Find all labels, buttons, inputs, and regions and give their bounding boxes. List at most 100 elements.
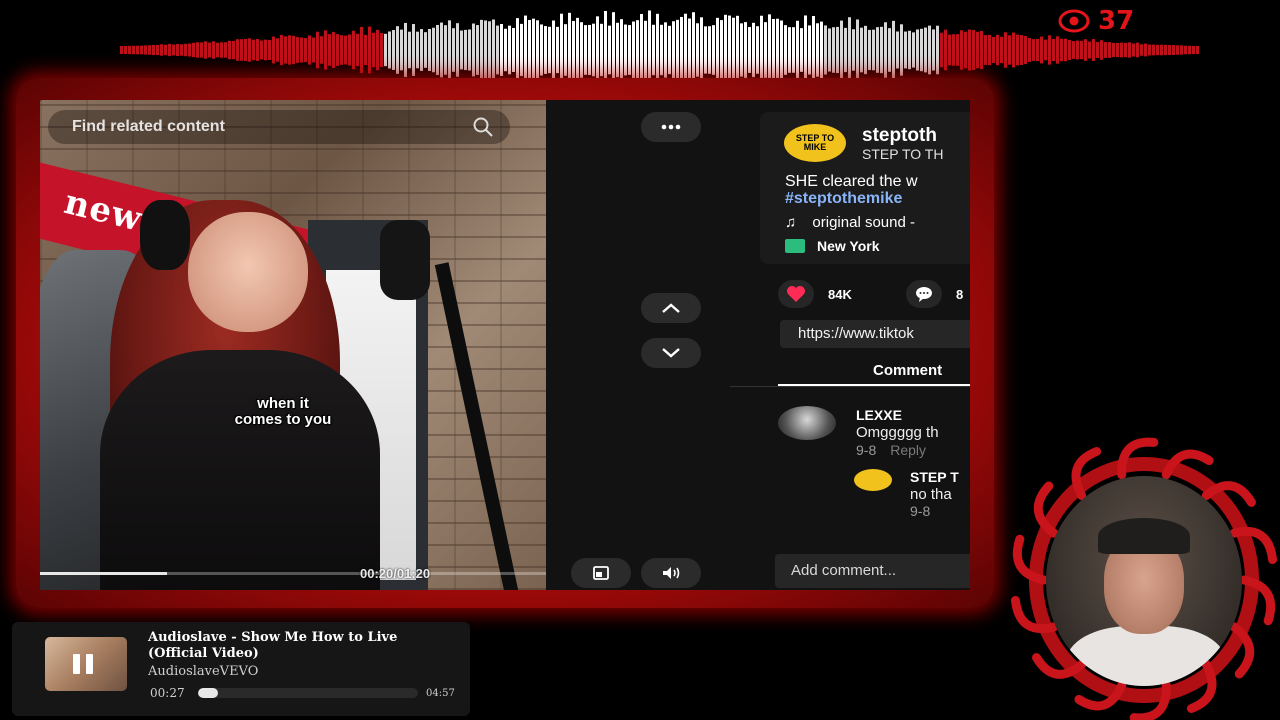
waveform-bar bbox=[1024, 35, 1027, 65]
waveform-bar bbox=[1132, 43, 1135, 57]
related-search-bar[interactable]: Find related content bbox=[48, 110, 510, 144]
waveform-bar bbox=[124, 45, 127, 55]
waveform-bar bbox=[968, 29, 971, 71]
waveform-bar bbox=[996, 34, 999, 66]
comment-count-button[interactable]: 8 bbox=[906, 280, 963, 308]
webcam-overlay bbox=[1010, 430, 1278, 720]
waveform-bar bbox=[932, 29, 935, 71]
waveform-bar bbox=[1156, 44, 1159, 56]
search-icon[interactable] bbox=[472, 116, 494, 138]
waveform-bar bbox=[156, 44, 159, 56]
waveform-bar bbox=[788, 27, 791, 73]
waveform-bar bbox=[380, 32, 383, 68]
video-time: 00:20/01:20 bbox=[360, 566, 431, 581]
waveform-bar bbox=[980, 30, 983, 70]
waveform-bar bbox=[676, 19, 679, 81]
waveform-bar bbox=[680, 16, 683, 84]
waveform-bar bbox=[924, 27, 927, 73]
waveform-bar bbox=[368, 26, 371, 74]
waveform-bar bbox=[668, 25, 671, 75]
waveform-bar bbox=[772, 18, 775, 82]
waveform-bar bbox=[232, 40, 235, 60]
waveform-bar bbox=[300, 37, 303, 63]
chevron-up-icon bbox=[662, 303, 680, 313]
viewer-count: 37 bbox=[1058, 6, 1134, 36]
waveform-bar bbox=[328, 34, 331, 66]
pause-icon[interactable] bbox=[73, 654, 93, 674]
next-video-button[interactable] bbox=[641, 338, 701, 368]
waveform-bar bbox=[576, 17, 579, 83]
reply-button[interactable]: Reply bbox=[890, 442, 926, 458]
waveform-bar bbox=[624, 24, 627, 76]
waveform-bar bbox=[840, 20, 843, 80]
waveform-bar bbox=[664, 22, 667, 78]
waveform-bar bbox=[784, 25, 787, 75]
waveform-bar bbox=[632, 21, 635, 79]
waveform-bar bbox=[940, 32, 943, 68]
waveform-bar bbox=[420, 29, 423, 71]
waveform-bar bbox=[948, 34, 951, 66]
waveform-bar bbox=[244, 38, 247, 62]
waveform-bar bbox=[472, 23, 475, 77]
post-location[interactable]: New York bbox=[785, 238, 880, 254]
previous-video-button[interactable] bbox=[641, 293, 701, 323]
waveform-bar bbox=[320, 36, 323, 64]
waveform-bar bbox=[1036, 38, 1039, 62]
waveform-bar bbox=[656, 13, 659, 87]
author-username[interactable]: steptoth bbox=[862, 125, 937, 147]
waveform-bar bbox=[224, 42, 227, 58]
waveform-bar bbox=[712, 25, 715, 75]
player-progress-bar[interactable] bbox=[198, 688, 418, 698]
caption-line-2: comes to you bbox=[234, 411, 332, 428]
waveform-bar bbox=[688, 18, 691, 82]
waveform-bar bbox=[176, 44, 179, 56]
player-duration: 04:57 bbox=[426, 688, 455, 699]
location-pin-icon bbox=[785, 239, 805, 253]
waveform-bar bbox=[492, 19, 495, 81]
reply-author[interactable]: STEP T bbox=[910, 469, 959, 485]
post-sound[interactable]: ♫ original sound - bbox=[785, 214, 915, 231]
waveform-bar bbox=[332, 32, 335, 68]
reply-avatar[interactable] bbox=[854, 469, 892, 491]
song-artist: AudioslaveVEVO bbox=[148, 664, 259, 679]
picture-in-picture-button[interactable] bbox=[571, 558, 631, 588]
waveform-bar bbox=[920, 28, 923, 72]
waveform-bar bbox=[612, 12, 615, 88]
video-progress-bar[interactable] bbox=[40, 572, 546, 575]
author-avatar[interactable]: STEP TO MIKE bbox=[784, 124, 846, 162]
waveform-bar bbox=[480, 19, 483, 81]
waveform-bar bbox=[172, 44, 175, 56]
waveform-bar bbox=[972, 29, 975, 71]
waveform-bar bbox=[264, 39, 267, 61]
waveform-bar bbox=[684, 13, 687, 87]
waveform-bar bbox=[828, 28, 831, 72]
waveform-bar bbox=[816, 23, 819, 77]
waveform-bar bbox=[824, 25, 827, 75]
commenter-name[interactable]: LEXXE bbox=[856, 407, 902, 423]
webcam-feed bbox=[1046, 476, 1242, 686]
copy-link-field[interactable]: https://www.tiktok bbox=[780, 320, 970, 348]
waveform-bar bbox=[764, 22, 767, 78]
waveform-bar bbox=[568, 12, 571, 88]
streamer-cap bbox=[1098, 518, 1190, 554]
waveform-bar bbox=[384, 33, 387, 67]
waveform-bar bbox=[236, 39, 239, 61]
commenter-avatar[interactable] bbox=[778, 406, 836, 440]
waveform-bar bbox=[272, 36, 275, 64]
waveform-bar bbox=[1160, 44, 1163, 56]
like-button[interactable]: 84K bbox=[778, 280, 852, 308]
add-comment-input[interactable]: Add comment... bbox=[775, 554, 970, 588]
more-options-button[interactable] bbox=[641, 112, 701, 142]
singer-face bbox=[188, 212, 308, 332]
waveform-bar bbox=[208, 42, 211, 58]
waveform-bar bbox=[136, 45, 139, 55]
waveform-bar bbox=[892, 20, 895, 80]
volume-button[interactable] bbox=[641, 558, 701, 588]
song-thumbnail[interactable] bbox=[45, 637, 127, 691]
waveform-bar bbox=[992, 36, 995, 64]
video-player[interactable]: new Find related content when it comes t… bbox=[40, 100, 546, 590]
waveform-bar bbox=[1060, 38, 1063, 62]
waveform-bar bbox=[416, 31, 419, 69]
tab-comments[interactable]: Comment bbox=[873, 362, 942, 379]
post-hashtag[interactable]: #steptothemike bbox=[785, 190, 902, 208]
